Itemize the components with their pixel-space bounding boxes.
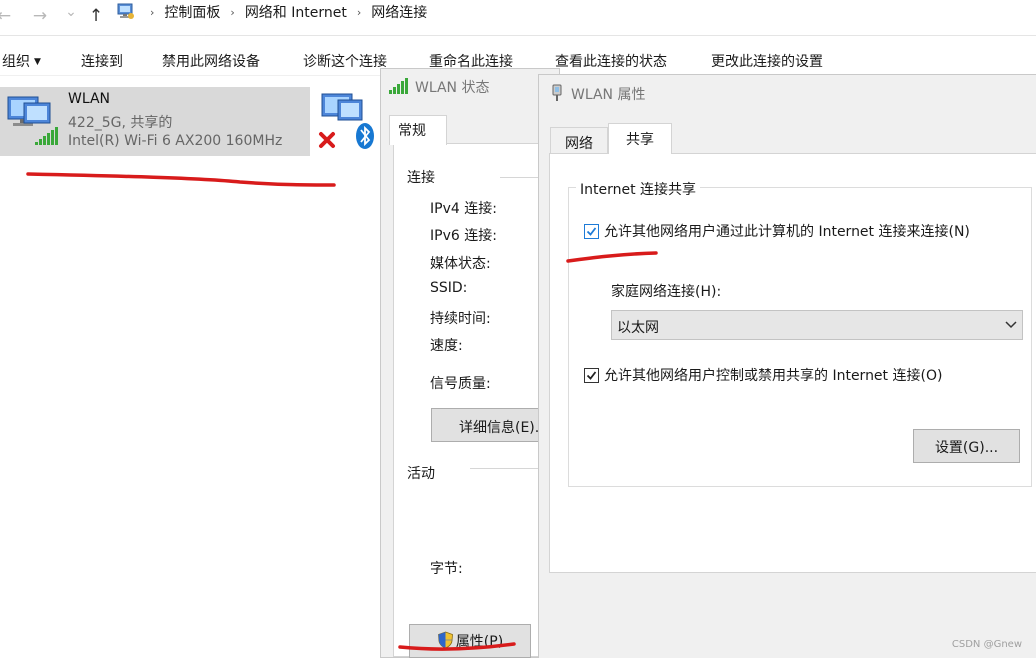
network-computer-icon — [7, 96, 58, 145]
media-state-label: 媒体状态: — [430, 256, 491, 272]
allow-control-label[interactable]: 允许其他网络用户控制或禁用共享的 Internet 连接(O) — [604, 365, 942, 385]
properties-button-label: 属性(P) — [455, 634, 504, 650]
disconnected-adapter-icon[interactable] — [318, 92, 376, 152]
breadcrumb-network-internet[interactable]: 网络和 Internet — [245, 2, 347, 22]
diagnose-button[interactable]: 诊断这个连接 — [303, 51, 387, 71]
status-dialog-title: WLAN 状态 — [389, 77, 489, 97]
allow-sharing-label[interactable]: 允许其他网络用户通过此计算机的 Internet 连接来连接(N) — [604, 221, 970, 241]
properties-button[interactable]: 属性(P) — [409, 624, 531, 658]
organize-label: 组织 — [2, 54, 30, 70]
view-status-button[interactable]: 查看此连接的状态 — [555, 51, 667, 71]
adapter-network: 422_5G, 共享的 — [68, 115, 173, 131]
adapter-name: WLAN — [68, 91, 111, 107]
breadcrumb-separator-icon: › — [230, 5, 235, 19]
breadcrumb-separator-icon: › — [150, 5, 155, 19]
caret-down-icon: ▼ — [34, 57, 41, 67]
connection-group-label: 连接 — [407, 170, 435, 186]
up-icon[interactable]: ↑ — [86, 6, 106, 26]
group-divider — [470, 468, 540, 469]
wlan-status-dialog: WLAN 状态 常规 — [380, 68, 561, 658]
address-bar: ← → ⌄ ↑ › 控制面板 › 网络和 Internet › 网络连接 — [0, 0, 1036, 36]
control-panel-icon — [117, 3, 134, 19]
chevron-down-icon — [1005, 321, 1017, 329]
disable-device-button[interactable]: 禁用此网络设备 — [162, 51, 260, 71]
tab-sharing[interactable]: 共享 — [608, 123, 672, 154]
connect-to-button[interactable]: 连接到 — [81, 51, 123, 71]
watermark: CSDN @Gnew — [951, 639, 1022, 650]
checkmark-icon — [586, 227, 597, 236]
ssid-label: SSID: — [430, 280, 468, 296]
breadcrumb-network-connections[interactable]: 网络连接 — [371, 2, 427, 22]
checkmark-icon — [586, 371, 597, 380]
signal-quality-label: 信号质量: — [430, 376, 491, 392]
internet-sharing-group-title: Internet 连接共享 — [576, 179, 701, 199]
wlan-adapter-tile[interactable]: WLAN 422_5G, 共享的 Intel(R) Wi-Fi 6 AX200 … — [0, 87, 310, 156]
group-divider — [500, 177, 540, 178]
signal-strength-icon — [389, 78, 408, 94]
tab-general[interactable]: 常规 — [389, 115, 447, 145]
change-settings-button[interactable]: 更改此连接的设置 — [711, 51, 823, 71]
home-network-select[interactable]: 以太网 — [611, 310, 1023, 340]
settings-button[interactable]: 设置(G)... — [913, 429, 1020, 463]
uac-shield-icon — [437, 631, 453, 649]
adapter-device: Intel(R) Wi-Fi 6 AX200 160MHz — [68, 133, 283, 149]
breadcrumb-separator-icon: › — [356, 5, 362, 19]
organize-menu[interactable]: 组织 ▼ — [2, 51, 41, 71]
bytes-label: 字节: — [430, 561, 463, 577]
allow-control-checkbox[interactable] — [584, 368, 599, 383]
breadcrumb: › 控制面板 › 网络和 Internet › 网络连接 — [144, 2, 427, 22]
status-dialog-title-text: WLAN 状态 — [415, 80, 490, 96]
home-network-selected-value: 以太网 — [617, 320, 659, 336]
duration-label: 持续时间: — [430, 311, 491, 327]
home-network-label: 家庭网络连接(H): — [611, 284, 722, 300]
ipv4-label: IPv4 连接: — [430, 201, 497, 217]
tab-network[interactable]: 网络 — [550, 127, 608, 153]
back-icon[interactable]: ← — [0, 6, 14, 26]
recent-locations-icon[interactable]: ⌄ — [61, 2, 81, 22]
details-button[interactable]: 详细信息(E)... — [431, 408, 548, 442]
network-adapter-icon — [552, 84, 562, 101]
properties-dialog-title: WLAN 属性 — [551, 84, 645, 104]
properties-dialog-title-text: WLAN 属性 — [571, 87, 646, 103]
activity-group-label: 活动 — [407, 466, 435, 482]
status-tab-pane — [393, 143, 561, 657]
allow-sharing-checkbox[interactable] — [584, 224, 599, 239]
forward-icon[interactable]: → — [30, 6, 50, 26]
speed-label: 速度: — [430, 338, 463, 354]
ipv6-label: IPv6 连接: — [430, 228, 497, 244]
breadcrumb-control-panel[interactable]: 控制面板 — [164, 2, 220, 22]
